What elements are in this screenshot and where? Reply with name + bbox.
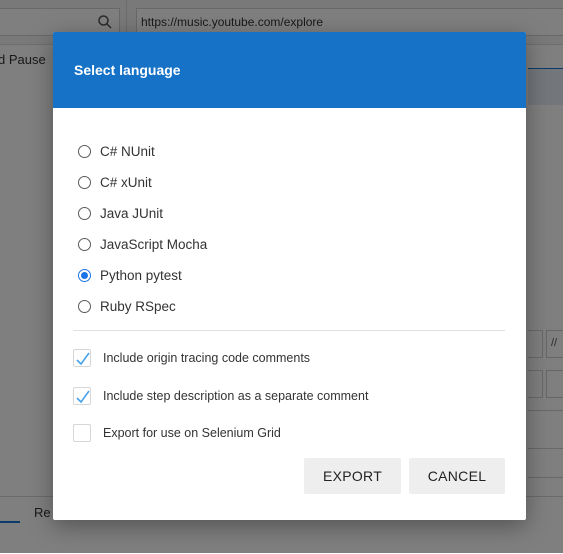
language-label: Java JUnit bbox=[100, 205, 164, 221]
language-option-python-pytest[interactable]: Python pytest bbox=[78, 265, 182, 285]
language-option-csharp-xunit[interactable]: C# xUnit bbox=[78, 172, 152, 192]
dialog-header: Select language bbox=[53, 32, 526, 108]
radio-button[interactable] bbox=[78, 175, 91, 189]
checkbox-unchecked[interactable] bbox=[73, 424, 91, 442]
language-option-ruby-rspec[interactable]: Ruby RSpec bbox=[78, 296, 176, 316]
option-step-description[interactable]: Include step description as a separate c… bbox=[73, 385, 368, 407]
language-label: Python pytest bbox=[100, 267, 182, 283]
dialog-title: Select language bbox=[74, 62, 181, 78]
cancel-button[interactable]: CANCEL bbox=[409, 458, 505, 494]
option-label: Include step description as a separate c… bbox=[103, 389, 369, 403]
select-language-dialog: Select language C# NUnit C# xUnit Java J… bbox=[53, 32, 526, 520]
option-origin-tracing[interactable]: Include origin tracing code comments bbox=[73, 347, 310, 369]
checkbox-checked[interactable] bbox=[73, 349, 91, 367]
language-label: C# NUnit bbox=[100, 143, 155, 159]
option-selenium-grid[interactable]: Export for use on Selenium Grid bbox=[73, 422, 281, 444]
radio-button[interactable] bbox=[78, 144, 91, 158]
radio-button[interactable] bbox=[78, 206, 91, 220]
checkbox-checked[interactable] bbox=[73, 387, 91, 405]
language-option-csharp-nunit[interactable]: C# NUnit bbox=[78, 141, 155, 161]
option-label: Export for use on Selenium Grid bbox=[103, 426, 281, 440]
language-option-java-junit[interactable]: Java JUnit bbox=[78, 203, 163, 223]
language-option-javascript-mocha[interactable]: JavaScript Mocha bbox=[78, 234, 207, 254]
checkmark-icon bbox=[76, 390, 90, 404]
options-divider bbox=[73, 330, 505, 331]
checkmark-icon bbox=[76, 352, 90, 366]
radio-button[interactable] bbox=[78, 237, 91, 251]
language-label: Ruby RSpec bbox=[100, 298, 176, 314]
radio-button[interactable] bbox=[78, 299, 91, 313]
radio-button-selected[interactable] bbox=[78, 268, 91, 282]
language-label: C# xUnit bbox=[100, 174, 152, 190]
export-button[interactable]: EXPORT bbox=[304, 458, 401, 494]
option-label: Include origin tracing code comments bbox=[103, 351, 311, 365]
language-label: JavaScript Mocha bbox=[100, 236, 208, 252]
